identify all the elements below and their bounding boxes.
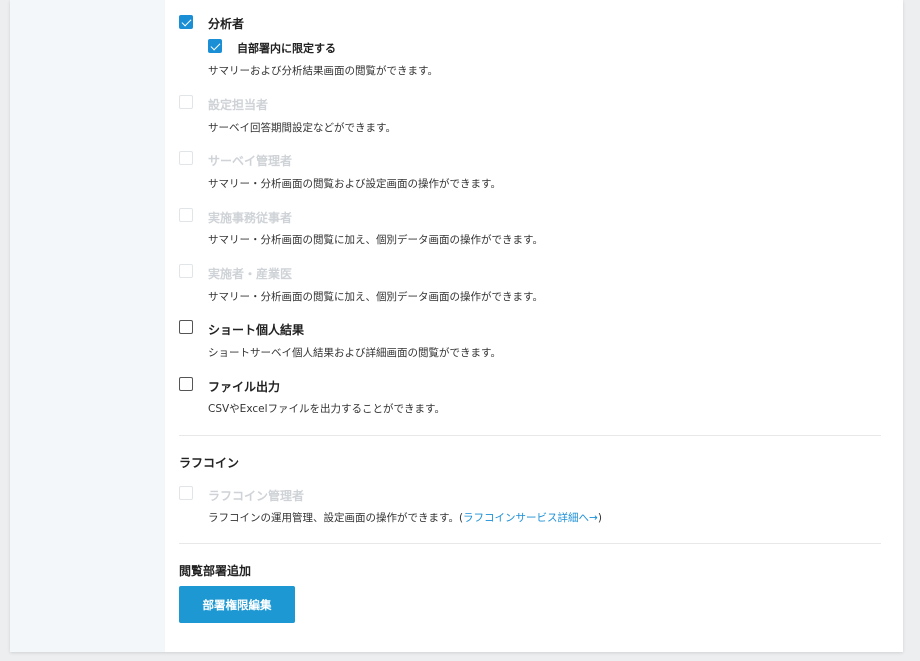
implementation-staff-label: 実施事務従事者 — [208, 211, 293, 225]
analyst-checkbox[interactable] — [179, 15, 193, 29]
settings-manager-checkbox[interactable] — [179, 95, 193, 109]
rafcoin-admin-description-suffix: ) — [597, 512, 602, 524]
survey-admin-description: サマリー・分析画面の閲覧および設定画面の操作ができます。 — [208, 178, 501, 190]
implementation-staff-description: サマリー・分析画面の閲覧に加え、個別データ画面の操作ができます。 — [208, 234, 543, 246]
rafcoin-admin-checkbox[interactable] — [179, 486, 193, 500]
analyst-label: 分析者 — [208, 17, 245, 31]
rafcoin-section-title: ラフコイン — [179, 456, 240, 470]
survey-admin-label: サーベイ管理者 — [208, 154, 293, 168]
implementation-staff-checkbox[interactable] — [179, 208, 193, 222]
file-output-description: CSVやExcelファイルを出力することができます。 — [208, 403, 445, 415]
short-individual-results-label: ショート個人結果 — [208, 323, 305, 337]
rafcoin-admin-description-text: ラフコインの運用管理、設定画面の操作ができます。( — [208, 512, 464, 524]
section-divider — [179, 543, 881, 544]
settings-manager-label: 設定担当者 — [208, 98, 269, 112]
view-department-section-title: 閲覧部署追加 — [179, 564, 252, 578]
survey-admin-checkbox[interactable] — [179, 151, 193, 165]
file-output-label: ファイル出力 — [208, 380, 281, 394]
left-pane — [10, 0, 165, 652]
implementer-physician-checkbox[interactable] — [179, 264, 193, 278]
rafcoin-admin-label: ラフコイン管理者 — [208, 489, 305, 503]
analyst-description: サマリーおよび分析結果画面の閲覧ができます。 — [208, 65, 438, 77]
settings-manager-description: サーベイ回答期間設定などができます。 — [208, 122, 396, 134]
implementer-physician-label: 実施者・産業医 — [208, 267, 293, 281]
implementer-physician-description: サマリー・分析画面の閲覧に加え、個別データ画面の操作ができます。 — [208, 291, 543, 303]
limit-to-own-department-label: 自部署内に限定する — [237, 42, 336, 55]
file-output-checkbox[interactable] — [179, 377, 193, 391]
rafcoin-service-details-link[interactable]: ラフコインサービス詳細へ→ — [463, 512, 598, 524]
rafcoin-admin-description: ラフコインの運用管理、設定画面の操作ができます。(ラフコインサービス詳細へ→) — [208, 510, 602, 525]
section-divider — [179, 435, 881, 436]
short-individual-results-checkbox[interactable] — [179, 320, 193, 334]
edit-department-permissions-button[interactable]: 部署権限編集 — [179, 586, 295, 623]
limit-to-own-department-checkbox[interactable] — [208, 39, 222, 53]
short-individual-results-description: ショートサーベイ個人結果および詳細画面の閲覧ができます。 — [208, 347, 501, 359]
